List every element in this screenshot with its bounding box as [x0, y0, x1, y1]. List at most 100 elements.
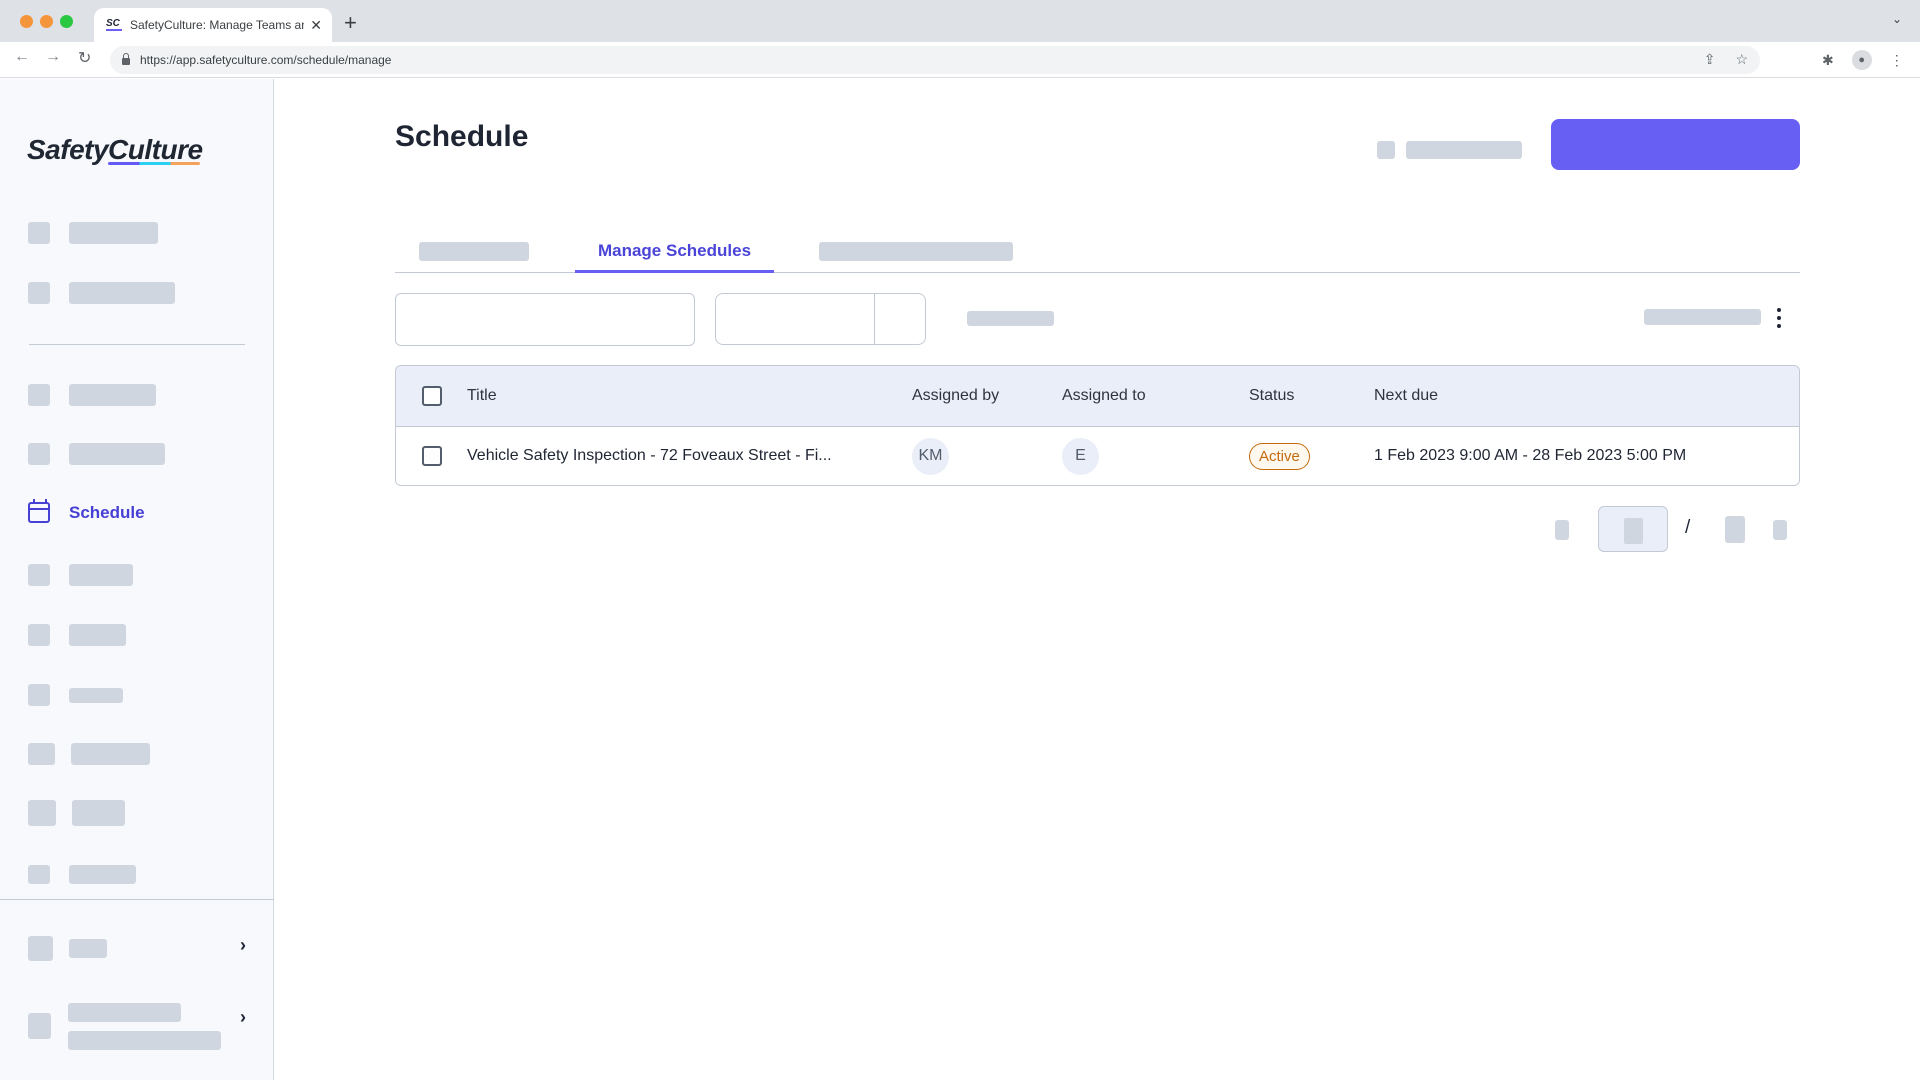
sidebar-item-placeholder[interactable]	[28, 681, 123, 709]
placeholder-icon	[28, 864, 50, 884]
total-pages-placeholder	[1725, 516, 1745, 543]
browser-menu-icon[interactable]: ⋮	[1890, 52, 1904, 69]
column-header-assigned-to[interactable]: Assigned to	[1062, 387, 1249, 405]
close-tab-icon[interactable]: ✕	[310, 17, 322, 34]
placeholder-icon	[28, 684, 50, 706]
sidebar-item-schedule[interactable]: Schedule	[28, 499, 145, 523]
column-header-assigned-by[interactable]: Assigned by	[912, 387, 1062, 405]
previous-page-button[interactable]	[1555, 520, 1569, 540]
placeholder-label	[68, 1002, 181, 1022]
page-number-input[interactable]	[1598, 506, 1668, 552]
calendar-icon	[28, 499, 50, 523]
main-content: Schedule Manage Schedules Title Assigned…	[275, 79, 1920, 1080]
placeholder-icon	[28, 282, 50, 304]
browser-tab[interactable]: SC SafetyCulture: Manage Teams and ... ✕	[94, 8, 332, 42]
placeholder-icon	[28, 624, 50, 646]
placeholder-label	[69, 687, 123, 703]
placeholder-label	[69, 864, 136, 884]
placeholder-icon	[28, 1013, 51, 1039]
placeholder-label	[69, 384, 156, 406]
next-page-button[interactable]	[1773, 520, 1787, 540]
sidebar-item-placeholder[interactable]	[28, 381, 156, 409]
date-range-select[interactable]	[716, 294, 875, 344]
sidebar-item-placeholder[interactable]	[28, 440, 165, 468]
placeholder-label	[69, 624, 126, 646]
placeholder-label	[69, 222, 158, 244]
new-tab-button[interactable]: +	[344, 10, 357, 36]
add-filter-placeholder[interactable]	[967, 311, 1054, 326]
search-input[interactable]	[395, 293, 695, 346]
sidebar-item-placeholder[interactable]	[28, 621, 126, 649]
sidebar-item-placeholder[interactable]	[28, 740, 150, 768]
placeholder-label	[819, 242, 1013, 261]
placeholder-label	[1406, 141, 1522, 159]
chevron-right-icon[interactable]: ›	[240, 1007, 246, 1028]
row-checkbox[interactable]	[421, 446, 442, 466]
forward-arrow-icon[interactable]: →	[45, 48, 61, 66]
sidebar-item-placeholder-expandable[interactable]	[28, 934, 107, 962]
window-minimize-button[interactable]	[40, 15, 53, 28]
logo-underline	[108, 162, 200, 165]
pagination: /	[1555, 506, 1805, 552]
create-schedule-button[interactable]	[1551, 119, 1800, 170]
placeholder-icon	[28, 384, 50, 406]
placeholder-label	[71, 743, 150, 765]
tab-manage-schedules[interactable]: Manage Schedules	[575, 230, 774, 273]
window-maximize-button[interactable]	[60, 15, 73, 28]
bookmark-star-icon[interactable]: ☆	[1735, 51, 1748, 68]
window-close-button[interactable]	[20, 15, 33, 28]
share-icon[interactable]: ⇪	[1704, 51, 1716, 68]
schedule-title[interactable]: Vehicle Safety Inspection - 72 Foveaux S…	[467, 447, 912, 465]
tab-placeholder[interactable]	[819, 230, 1013, 273]
column-header-status[interactable]: Status	[1249, 387, 1374, 405]
placeholder-icon	[28, 443, 50, 465]
sidebar-divider	[29, 344, 245, 345]
placeholder-value	[1624, 518, 1643, 544]
placeholder-label	[69, 938, 107, 958]
placeholder-label	[69, 564, 133, 586]
sidebar-item-placeholder[interactable]	[28, 860, 136, 888]
table-row[interactable]: Vehicle Safety Inspection - 72 Foveaux S…	[396, 427, 1799, 485]
sidebar-item-placeholder[interactable]	[28, 561, 133, 589]
sidebar-item-account-placeholder[interactable]	[28, 999, 221, 1053]
next-due-value: 1 Feb 2023 9:00 AM - 28 Feb 2023 5:00 PM	[1374, 447, 1687, 464]
header-secondary-action-placeholder[interactable]	[1377, 141, 1522, 159]
browser-tabstrip: SC SafetyCulture: Manage Teams and ... ✕…	[0, 0, 1920, 42]
chevron-right-icon[interactable]: ›	[240, 935, 246, 956]
back-arrow-icon[interactable]: ←	[14, 48, 30, 66]
placeholder-icon	[28, 743, 55, 765]
lock-icon[interactable]	[122, 53, 130, 65]
sidebar-item-placeholder[interactable]	[28, 279, 175, 307]
placeholder-icon	[28, 935, 53, 961]
tab-label: Manage Schedules	[597, 241, 752, 260]
more-options-icon[interactable]	[1775, 308, 1783, 328]
sidebar-item-placeholder[interactable]	[28, 799, 125, 827]
placeholder-label	[69, 443, 165, 465]
placeholder-icon	[28, 222, 50, 244]
column-header-title[interactable]: Title	[467, 387, 912, 405]
status-badge: Active	[1249, 442, 1310, 470]
sidebar-item-placeholder[interactable]	[28, 219, 158, 247]
extensions-puzzle-icon[interactable]: ✱	[1822, 52, 1834, 69]
url-text[interactable]: https://app.safetyculture.com/schedule/m…	[140, 53, 391, 67]
placeholder-icon	[28, 564, 50, 586]
tab-bar: Manage Schedules	[395, 230, 1800, 273]
date-range-toggle[interactable]	[875, 294, 925, 344]
person-icon: ●	[1858, 54, 1866, 66]
sidebar-item-label: Schedule	[69, 502, 145, 522]
page-separator: /	[1685, 517, 1691, 538]
profile-avatar-icon[interactable]: ●	[1851, 50, 1872, 70]
toolbar-action-placeholder[interactable]	[1644, 309, 1761, 325]
assigned-by-avatar: KM	[912, 437, 949, 475]
reload-icon[interactable]: ↻	[78, 48, 91, 68]
page-title: Schedule	[395, 120, 529, 153]
address-bar[interactable]: https://app.safetyculture.com/schedule/m…	[110, 46, 1760, 74]
browser-toolbar: ← → ↻ https://app.safetyculture.com/sche…	[0, 42, 1920, 78]
tab-placeholder[interactable]	[419, 230, 529, 273]
sidebar: SafetyCulture Schedule › ›	[0, 79, 274, 1080]
date-range-filter[interactable]	[715, 293, 926, 345]
tab-search-chevron-icon[interactable]: ⌄	[1892, 12, 1902, 26]
placeholder-label	[419, 242, 529, 261]
column-header-next-due[interactable]: Next due	[1374, 387, 1799, 405]
select-all-checkbox[interactable]	[421, 386, 442, 406]
